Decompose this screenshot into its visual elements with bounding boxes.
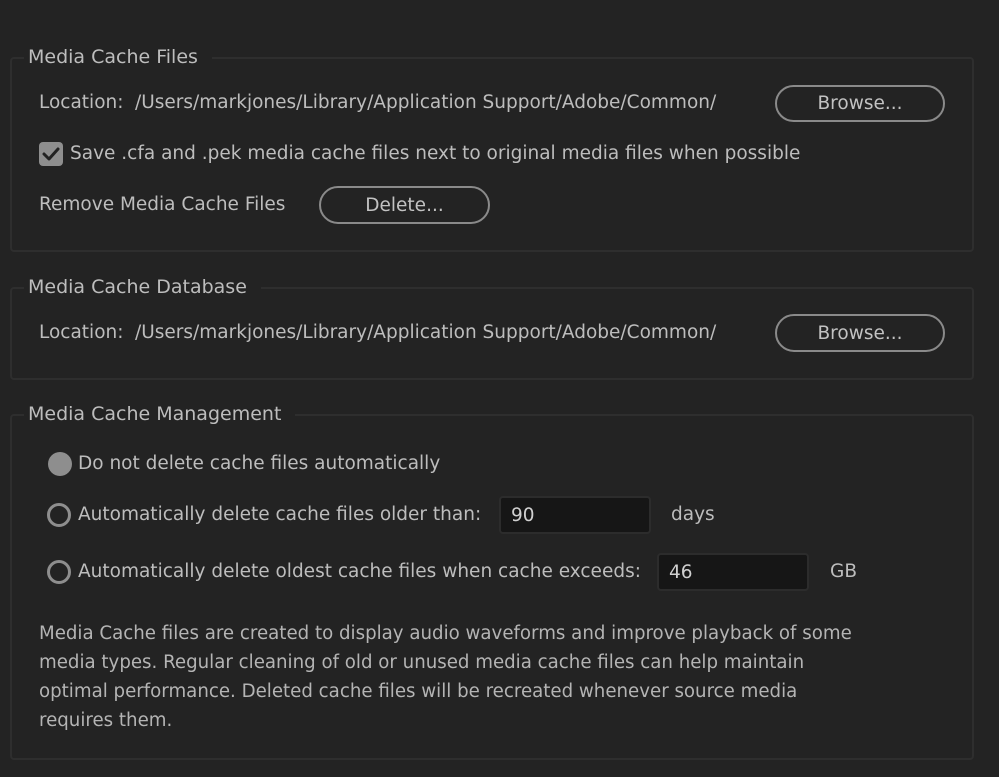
delete-button[interactable]: Delete... (319, 186, 490, 224)
files-location-path: /Users/markjones/Library/Application Sup… (135, 92, 717, 113)
media-cache-database-title: Media Cache Database (24, 274, 261, 300)
database-location-label: Location: (39, 322, 124, 343)
radio-do-not-delete-label: Do not delete cache files automatically (78, 453, 441, 474)
save-cfa-pek-checkbox[interactable] (39, 142, 63, 166)
checkmark-icon (42, 147, 60, 161)
files-location-label: Location: (39, 92, 124, 113)
media-cache-management-title: Media Cache Management (24, 401, 296, 427)
radio-delete-older-than-label: Automatically delete cache files older t… (78, 504, 482, 525)
gb-input[interactable] (657, 553, 809, 591)
radio-do-not-delete[interactable] (48, 452, 72, 476)
media-cache-files-title: Media Cache Files (24, 44, 212, 70)
remove-media-cache-label: Remove Media Cache Files (39, 194, 286, 215)
radio-delete-oldest-exceeds-label: Automatically delete oldest cache files … (78, 561, 641, 582)
database-location-path: /Users/markjones/Library/Application Sup… (135, 322, 717, 343)
radio-delete-older-than[interactable] (47, 503, 71, 527)
database-browse-button[interactable]: Browse... (775, 314, 945, 352)
radio-delete-oldest-exceeds[interactable] (47, 560, 71, 584)
save-cfa-pek-label: Save .cfa and .pek media cache files nex… (70, 143, 801, 164)
gb-unit-label: GB (830, 561, 858, 582)
days-unit-label: days (671, 504, 715, 525)
files-browse-button[interactable]: Browse... (775, 85, 945, 122)
media-cache-description: Media Cache files are created to display… (39, 623, 852, 731)
days-input[interactable] (499, 496, 651, 534)
